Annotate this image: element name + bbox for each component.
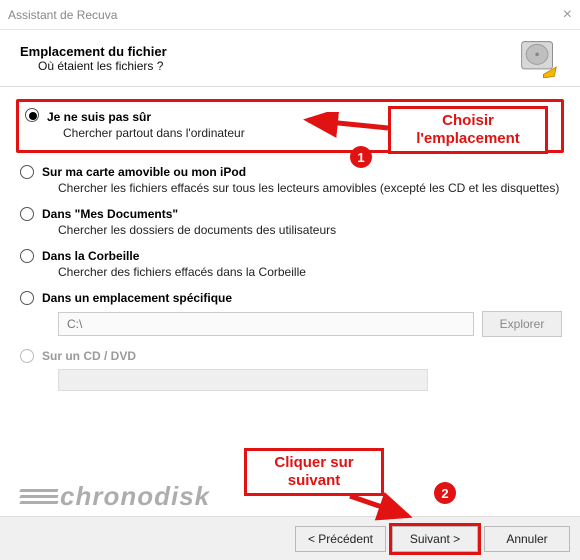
cancel-button[interactable]: Annuler — [484, 526, 570, 552]
annotation-text: Cliquer sur suivant — [253, 454, 375, 490]
drive-select — [58, 369, 428, 391]
option-cd-dvd: Sur un CD / DVD — [14, 343, 566, 397]
badge-number: 2 — [441, 486, 448, 501]
option-desc: Chercher des fichiers effacés dans la Co… — [42, 265, 562, 279]
option-recycle[interactable]: Dans la Corbeille Chercher des fichiers … — [14, 243, 566, 285]
option-label: Dans un emplacement spécifique — [42, 291, 562, 305]
annotation-badge-2: 2 — [434, 482, 456, 504]
next-button[interactable]: Suivant > — [392, 526, 478, 552]
annotation-box-1: Choisir l'emplacement — [388, 106, 548, 154]
watermark: chronodisk — [20, 481, 210, 512]
radio-icon[interactable] — [20, 207, 34, 221]
annotation-text: Choisir l'emplacement — [397, 112, 539, 148]
hdd-icon — [516, 38, 560, 78]
close-icon[interactable]: × — [532, 7, 572, 23]
titlebar: Assistant de Recuva × — [0, 0, 580, 30]
option-label: Dans la Corbeille — [42, 249, 562, 263]
radio-icon[interactable] — [25, 108, 39, 122]
radio-icon[interactable] — [20, 165, 34, 179]
option-documents[interactable]: Dans "Mes Documents" Chercher les dossie… — [14, 201, 566, 243]
page-subtitle: Où étaient les fichiers ? — [20, 59, 167, 73]
option-desc: Chercher les dossiers de documents des u… — [42, 223, 562, 237]
option-label: Sur un CD / DVD — [42, 349, 562, 363]
badge-number: 1 — [357, 150, 364, 165]
option-specific[interactable]: Dans un emplacement spécifique Explorer — [14, 285, 566, 343]
browse-button: Explorer — [482, 311, 562, 337]
wizard-header: Emplacement du fichier Où étaient les fi… — [0, 30, 580, 82]
option-label: Sur ma carte amovible ou mon iPod — [42, 165, 562, 179]
option-desc: Chercher les fichiers effacés sur tous l… — [42, 181, 562, 195]
annotation-box-2: Cliquer sur suivant — [244, 448, 384, 496]
page-title: Emplacement du fichier — [20, 44, 167, 59]
annotation-badge-1: 1 — [350, 146, 372, 168]
radio-icon[interactable] — [20, 291, 34, 305]
option-label: Dans "Mes Documents" — [42, 207, 562, 221]
radio-icon[interactable] — [20, 249, 34, 263]
back-button[interactable]: < Précédent — [295, 526, 386, 552]
watermark-text: chronodisk — [60, 481, 210, 511]
option-removable[interactable]: Sur ma carte amovible ou mon iPod Cherch… — [14, 159, 566, 201]
radio-icon — [20, 349, 34, 363]
path-input — [58, 312, 474, 336]
wizard-footer: < Précédent Suivant > Annuler — [0, 516, 580, 560]
window-title: Assistant de Recuva — [8, 8, 117, 22]
